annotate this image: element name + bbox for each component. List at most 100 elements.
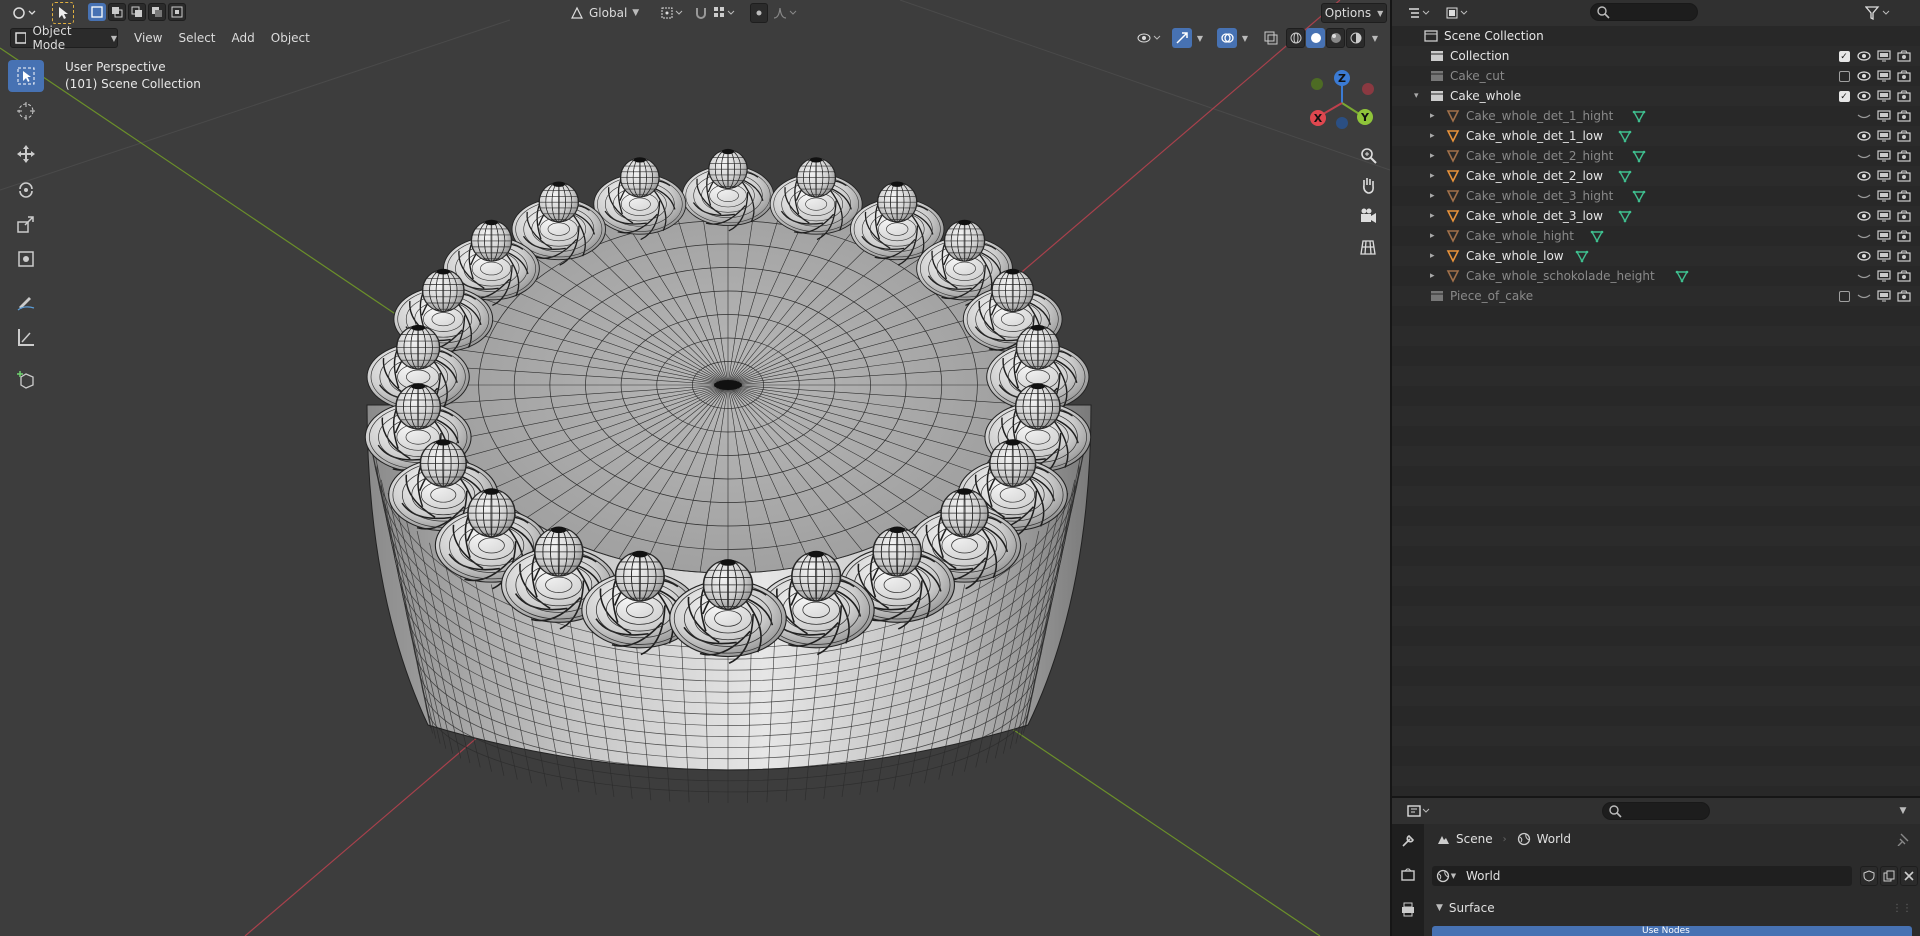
ortho-toggle-button[interactable] [1355,234,1381,260]
select-subtract-button[interactable] [128,3,146,21]
zoom-button[interactable] [1355,142,1381,168]
visibility-toggle[interactable] [1856,228,1872,244]
render-toggle[interactable] [1896,228,1912,244]
3d-viewport[interactable]: Global ▼ Options ▼ Object Mode ▼ View Se… [0,0,1390,936]
select-tool-button[interactable] [52,2,74,24]
outliner-item-label[interactable]: Cake_whole_schokolade_height [1466,269,1655,283]
expand-closed-icon[interactable]: ▸ [1430,211,1435,221]
expand-closed-icon[interactable]: ▸ [1430,231,1435,241]
transform-orientation-dropdown[interactable]: Global ▼ [570,3,650,23]
proportional-edit-toggle[interactable] [750,3,768,23]
visibility-toggle[interactable] [1856,188,1872,204]
outliner-item-label[interactable]: Cake_whole_low [1466,249,1564,263]
outliner-row[interactable]: ▸ Cake_whole_det_3_low [1392,206,1920,226]
tool-cursor[interactable] [8,95,44,127]
expand-closed-icon[interactable]: ▸ [1430,131,1435,141]
render-toggle[interactable] [1896,168,1912,184]
mode-dropdown[interactable]: Object Mode ▼ [10,24,118,52]
viewport-toggle[interactable] [1876,68,1892,84]
properties-search-input[interactable] [1602,802,1710,820]
render-toggle[interactable] [1896,288,1912,304]
tool-annotate[interactable] [8,286,44,318]
outliner-row[interactable]: ▾ Cake_whole [1392,86,1920,106]
render-toggle[interactable] [1896,88,1912,104]
outliner-item-label[interactable]: Cake_cut [1450,69,1505,83]
fake-user-button[interactable] [1860,866,1878,886]
world-name-value[interactable]: World [1466,869,1500,883]
menu-object[interactable]: Object [263,28,318,48]
viewport-toggle[interactable] [1876,108,1892,124]
exclude-checkbox[interactable] [1836,88,1852,104]
outliner-row[interactable]: ▸ Cake_whole_det_3_hight [1392,186,1920,206]
shading-wireframe-button[interactable] [1286,28,1305,48]
viewport-toggle[interactable] [1876,188,1892,204]
properties-options-dropdown[interactable]: ▼ [1894,801,1912,821]
outliner-item-label[interactable]: Cake_whole_hight [1466,229,1574,243]
duplicate-world-button[interactable] [1880,866,1898,886]
select-extend-button[interactable] [108,3,126,21]
shading-material-button[interactable] [1326,28,1345,48]
viewport-toggle[interactable] [1876,268,1892,284]
expand-closed-icon[interactable]: ▸ [1430,271,1435,281]
shading-rendered-button[interactable] [1346,28,1365,48]
options-dropdown[interactable]: Options ▼ [1321,3,1387,23]
outliner-row[interactable]: ▸ Cake_whole_det_1_hight [1392,106,1920,126]
tool-measure[interactable] [8,321,44,353]
pan-button[interactable] [1355,172,1381,198]
render-toggle[interactable] [1896,208,1912,224]
visibility-toggle[interactable] [1856,68,1872,84]
expand-closed-icon[interactable]: ▸ [1430,151,1435,161]
visibility-toggle[interactable] [1856,128,1872,144]
outliner-row[interactable]: Cake_cut [1392,66,1920,86]
outliner-row[interactable]: Scene Collection [1392,26,1920,46]
mesh-data-icon[interactable] [1618,129,1632,146]
render-toggle[interactable] [1896,108,1912,124]
outliner-item-label[interactable]: Scene Collection [1444,29,1544,43]
outliner-item-label[interactable]: Cake_whole [1450,89,1521,103]
visibility-toggle[interactable] [1856,248,1872,264]
viewport-toggle[interactable] [1876,288,1892,304]
outliner-row[interactable]: ▸ Cake_whole_hight [1392,226,1920,246]
mesh-data-icon[interactable] [1575,249,1589,266]
visibility-toggle[interactable] [1856,108,1872,124]
viewport-toggle[interactable] [1876,228,1892,244]
tool-scale[interactable] [8,208,44,240]
viewport-toggle[interactable] [1876,208,1892,224]
tab-render[interactable] [1392,858,1424,892]
outliner-item-label[interactable]: Cake_whole_det_2_low [1466,169,1603,183]
visibility-toggle[interactable] [1856,288,1872,304]
tool-select-box[interactable] [8,60,44,92]
exclude-checkbox[interactable] [1836,288,1852,304]
outliner-row[interactable]: Piece_of_cake [1392,286,1920,306]
viewport-toggle[interactable] [1876,148,1892,164]
overlays-toggle[interactable] [1217,28,1237,48]
select-new-button[interactable] [88,3,106,21]
mesh-data-icon[interactable] [1590,229,1604,246]
render-toggle[interactable] [1896,188,1912,204]
snap-toggle[interactable] [692,3,710,23]
tab-tool[interactable] [1392,824,1424,858]
gizmo-dropdown[interactable]: ▼ [1193,28,1207,48]
menu-select[interactable]: Select [170,28,223,48]
outliner-item-label[interactable]: Cake_whole_det_1_hight [1466,109,1613,123]
expand-closed-icon[interactable]: ▸ [1430,251,1435,261]
overlays-dropdown[interactable]: ▼ [1238,28,1252,48]
menu-view[interactable]: View [126,28,170,48]
mesh-data-icon[interactable] [1632,189,1646,206]
outliner-search-input[interactable] [1590,3,1698,21]
surface-panel-header[interactable]: ▼ Surface ⋮⋮ [1428,896,1918,920]
render-toggle[interactable] [1896,148,1912,164]
shading-solid-button[interactable] [1306,28,1325,48]
visibility-toggle[interactable] [1856,88,1872,104]
world-datablock-field[interactable]: ▼ World [1432,866,1852,886]
render-toggle[interactable] [1896,68,1912,84]
falloff-dropdown[interactable] [772,3,802,23]
visibility-dropdown[interactable] [1136,28,1164,48]
outliner-row[interactable]: ▸ Cake_whole_schokolade_height [1392,266,1920,286]
menu-add[interactable]: Add [224,28,263,48]
mesh-data-icon[interactable] [1618,169,1632,186]
properties-editor-type[interactable] [1406,801,1434,821]
mesh-data-icon[interactable] [1618,209,1632,226]
camera-view-button[interactable] [1355,203,1381,229]
select-invert-button[interactable] [148,3,166,21]
